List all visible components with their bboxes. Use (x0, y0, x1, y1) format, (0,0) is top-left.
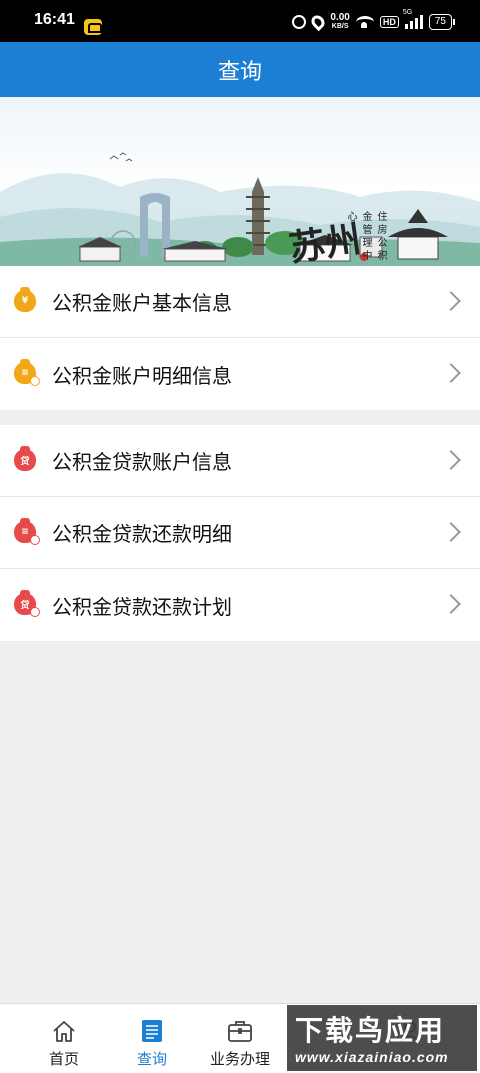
tab-label: 查询 (136, 1050, 167, 1068)
menu-item-label: 公积金贷款账户信息 (52, 450, 232, 474)
banner-image: 苏州 住房公积金管理中心 (0, 97, 480, 266)
hd-badge: HD (379, 16, 399, 28)
tab-query[interactable]: 查询 (102, 1004, 202, 1073)
menu-item-label: 公积金贷款还款明细 (52, 522, 232, 546)
tab-label: 业务办理 (209, 1050, 270, 1068)
tab-label: 首页 (48, 1050, 79, 1068)
chevron-right-icon (441, 522, 461, 542)
battery-icon: 75 (428, 14, 456, 30)
net-speed: 0.00 KB/S (330, 13, 349, 31)
status-icons: 0.00 KB/S HD 5G 75 (292, 9, 456, 32)
menu-item-loan-repayment-detail[interactable]: ≡ 公积金贷款还款明细 (0, 497, 480, 569)
signal-icon: 5G (403, 9, 423, 29)
home-icon (53, 1021, 75, 1042)
menu-item-label: 公积金账户明细信息 (52, 363, 232, 388)
chevron-right-icon (441, 594, 461, 614)
coin-bag-icon: ¥ (14, 287, 36, 312)
status-time: 16:41 (34, 11, 75, 28)
account-query-group: ¥ 公积金账户基本信息 ≡ 公积金账户明细信息 (0, 266, 480, 410)
loan-query-group: 贷 公积金贷款账户信息 ≡ 公积金贷款还款明细 贷 公积金贷款还款计划 (0, 425, 480, 641)
menu-item-account-detail-info[interactable]: ≡ 公积金账户明细信息 (0, 338, 480, 410)
tab-home[interactable]: 首页 (14, 1004, 114, 1073)
query-icon (142, 1020, 162, 1042)
alarm-icon (292, 15, 307, 29)
briefcase-icon (228, 1021, 252, 1042)
watermark-url: www.xiazainiao.com (295, 1049, 449, 1065)
status-bar: 16:41 0.00 KB/S HD 5G 75 (0, 0, 480, 42)
tab-business[interactable]: 业务办理 (190, 1004, 290, 1073)
net-speed-unit: KB/S (331, 23, 349, 30)
menu-item-label: 公积金账户基本信息 (52, 291, 232, 315)
location-icon (309, 12, 328, 32)
net-speed-value: 0.00 (330, 12, 350, 23)
loan-list-icon: ≡ (14, 518, 40, 545)
wifi-icon (355, 16, 374, 28)
chevron-right-icon (441, 363, 461, 383)
loan-plan-icon: 贷 (14, 590, 40, 617)
page-title: 查询 (217, 59, 262, 85)
menu-item-loan-repayment-plan[interactable]: 贷 公积金贷款还款计划 (0, 569, 480, 641)
loan-bag-icon: 贷 (14, 446, 36, 471)
coin-list-icon: ≡ (14, 359, 40, 386)
menu-item-account-basic-info[interactable]: ¥ 公积金账户基本信息 (0, 266, 480, 338)
chevron-right-icon (441, 450, 461, 470)
suzhou-skyline-illustration (0, 152, 480, 266)
menu-item-loan-account-info[interactable]: 贷 公积金贷款账户信息 (0, 425, 480, 497)
app-notification-icon (84, 19, 102, 35)
banner-org-name: 住房公积金管理中心 (345, 211, 386, 263)
watermark-overlay: 下载鸟应用 www.xiazainiao.com (287, 1005, 477, 1071)
network-type: 5G (402, 9, 413, 16)
chevron-right-icon (441, 291, 461, 311)
menu-item-label: 公积金贷款还款计划 (52, 594, 232, 619)
title-bar: 查询 (0, 42, 480, 97)
watermark-title: 下载鸟应用 (295, 1014, 446, 1047)
